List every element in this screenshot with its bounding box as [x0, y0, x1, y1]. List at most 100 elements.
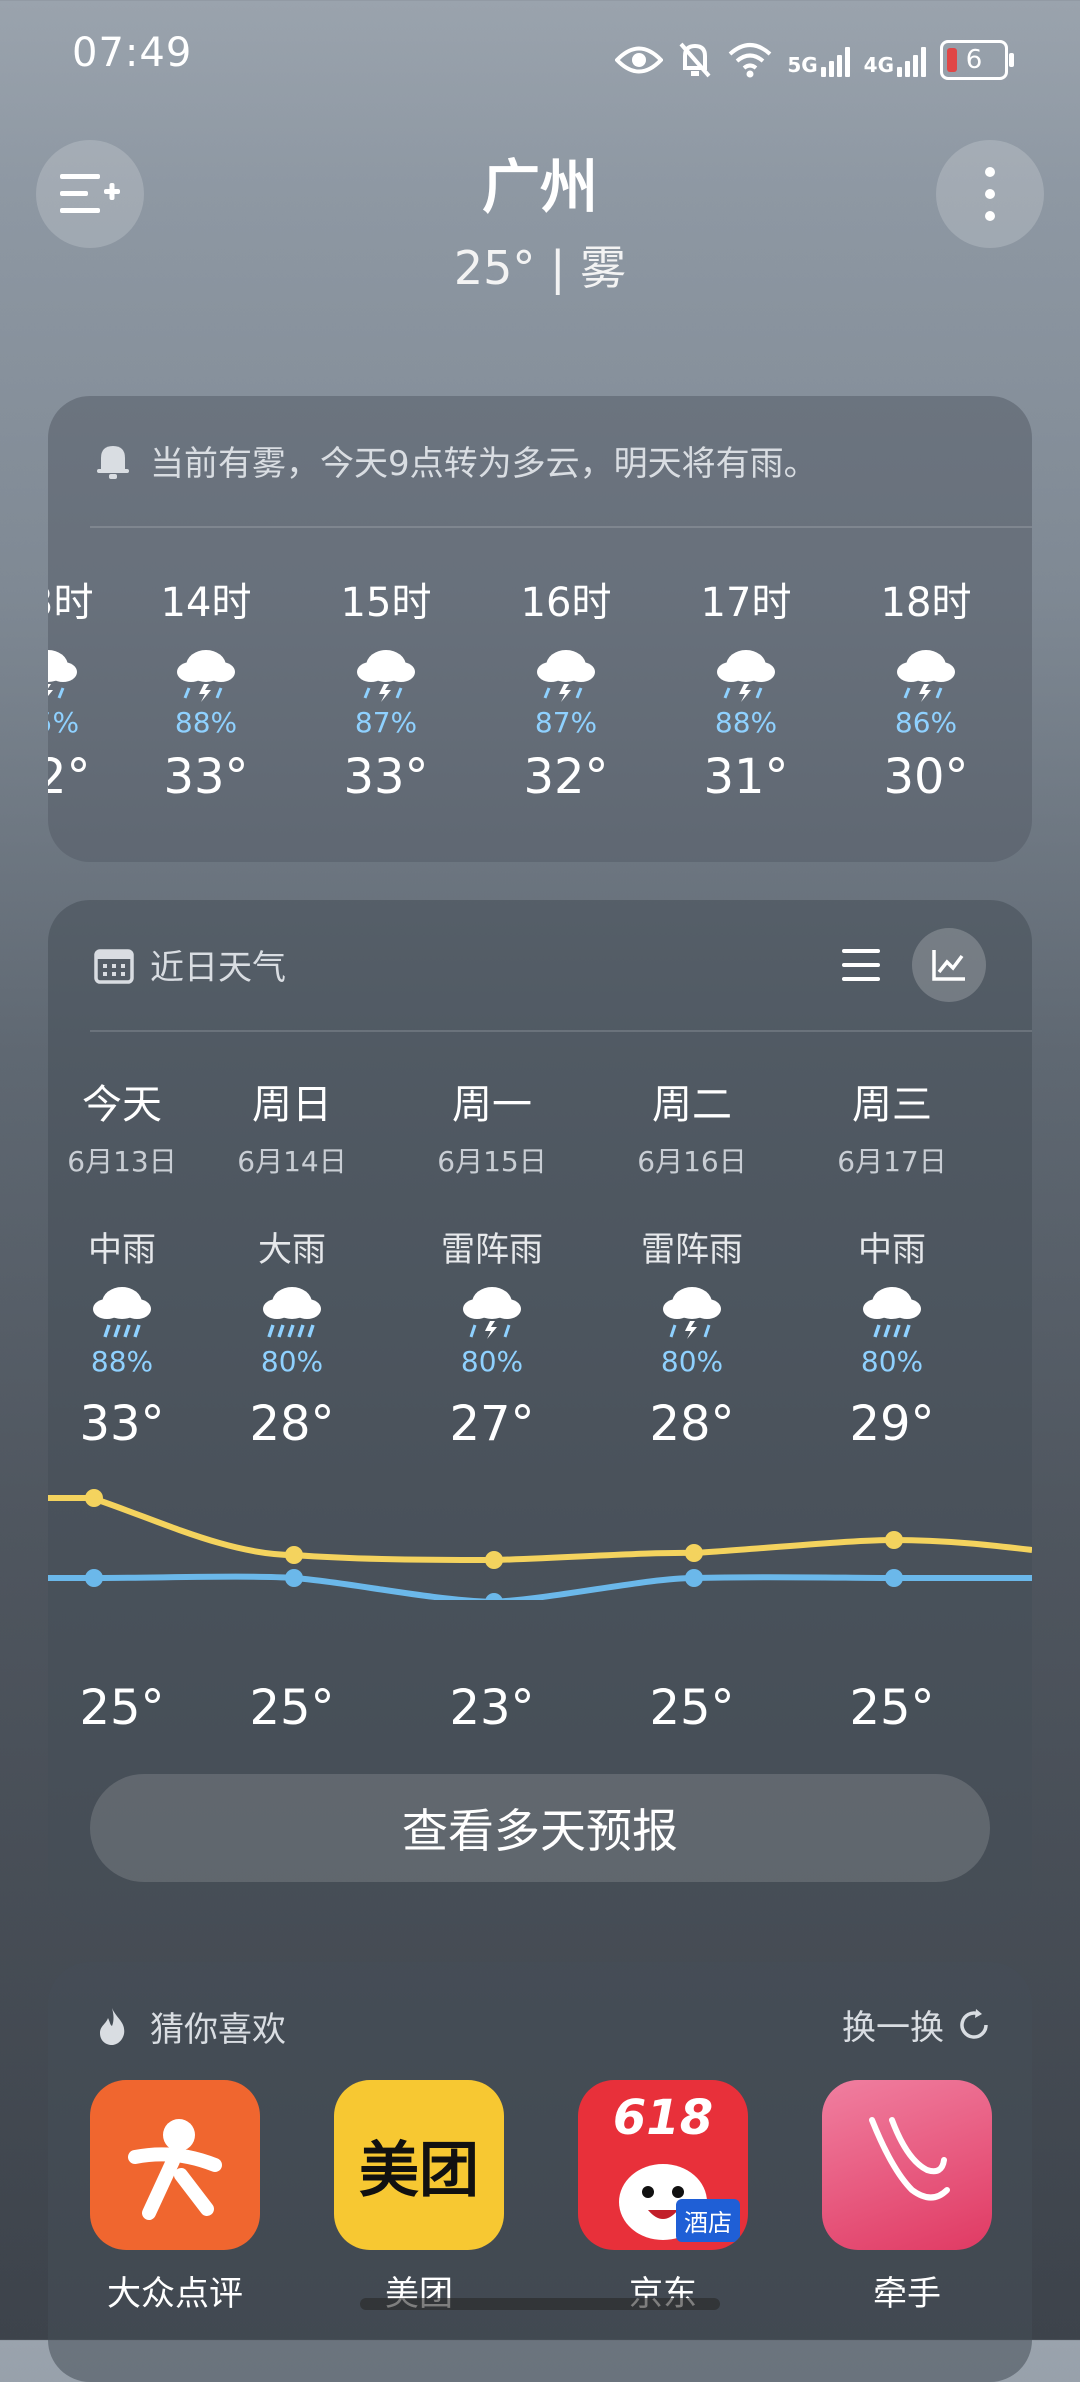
precip-probability: 80% — [660, 1345, 724, 1378]
precip-probability: 88% — [714, 706, 778, 739]
low-point — [85, 1569, 103, 1587]
thunderstorm-cloud-icon — [463, 1287, 521, 1339]
low-point — [285, 1569, 303, 1587]
high-point — [85, 1489, 103, 1507]
hour-time: 17时 — [700, 580, 792, 626]
day-date: 6月13日 — [67, 1145, 177, 1178]
eye-icon — [615, 46, 664, 74]
day-item[interactable]: 周一 6月15日 雷阵雨 80% 27° — [402, 1072, 582, 1452]
signal-5g-icon: 5G — [787, 43, 850, 77]
divider — [90, 526, 1032, 528]
precip-probability: 85% — [48, 706, 80, 739]
qianshou-icon — [822, 2080, 992, 2250]
hour-time: 13时 — [48, 580, 94, 626]
app-jd[interactable]: 618 酒店 京东 — [578, 2080, 748, 2315]
daily-section-title: 近日天气 — [150, 948, 286, 988]
precip-probability: 80% — [460, 1345, 524, 1378]
signal-5g-label: 5G — [787, 53, 818, 77]
meituan-icon-text: 美团 — [359, 2135, 479, 2206]
refresh-icon — [960, 2008, 988, 2039]
thunderstorm-cloud-icon — [537, 650, 595, 702]
mute-bell-icon — [679, 42, 711, 78]
day-name: 今天 — [82, 1082, 162, 1128]
day-high-temp: 29° — [849, 1396, 935, 1452]
precip-probability: 80% — [860, 1345, 924, 1378]
city-name: 广州 — [481, 153, 598, 221]
jd-icon: 618 酒店 — [578, 2080, 748, 2250]
day-item[interactable]: 今天 6月13日 中雨 88% 33° — [48, 1072, 212, 1452]
hour-item: 13时 85% 32° — [48, 570, 118, 805]
status-icons: 5G 4G 6 — [615, 30, 1014, 90]
divider — [90, 1030, 1032, 1032]
precip-probability: 80% — [260, 1345, 324, 1378]
precip-probability: 88% — [174, 706, 238, 739]
hour-temp: 32° — [48, 749, 91, 805]
low-point — [485, 1593, 503, 1600]
recommend-title: 猜你喜欢 — [150, 2010, 286, 2050]
weather-alert-text[interactable]: 当前有雾，今天9点转为多云，明天将有雨。 — [150, 436, 818, 485]
day-item[interactable]: 周二 6月16日 雷阵雨 80% 28° — [602, 1072, 782, 1452]
high-temp-points — [85, 1489, 903, 1569]
chart-view-button[interactable] — [912, 928, 986, 1002]
thunderstorm-cloud-icon — [897, 650, 955, 702]
home-indicator[interactable] — [360, 2298, 720, 2310]
hour-temp: 32° — [523, 749, 609, 805]
day-low-temp: 25° — [79, 1680, 165, 1736]
hour-item: 16时 87% 32° — [496, 570, 636, 805]
hour-item: 14时 88% 33° — [136, 570, 276, 805]
app-meituan[interactable]: 美团 美团 — [334, 2080, 504, 2315]
rain-cloud-icon — [93, 1287, 151, 1338]
precip-probability: 87% — [354, 706, 418, 739]
dianping-icon — [90, 2080, 260, 2250]
high-point — [285, 1546, 303, 1564]
hour-temp: 30° — [883, 749, 969, 805]
low-point — [885, 1569, 903, 1587]
heavy-rain-cloud-icon — [263, 1287, 321, 1338]
temperature-trend-chart — [48, 1489, 1032, 1600]
current-weather: 25° | 雾 — [453, 241, 627, 295]
hour-item: 15时 87% 33° — [316, 570, 456, 805]
day-date: 6月17日 — [837, 1145, 947, 1178]
view-multi-day-forecast-button[interactable]: 查看多天预报 — [90, 1774, 990, 1882]
day-high-temp: 28° — [249, 1396, 335, 1452]
day-condition: 雷阵雨 — [641, 1230, 743, 1270]
day-condition: 中雨 — [88, 1230, 156, 1270]
signal-4g-icon: 4G — [864, 43, 926, 77]
precip-probability: 88% — [90, 1345, 154, 1378]
day-date: 6月14日 — [237, 1145, 347, 1178]
thunderstorm-cloud-icon — [357, 650, 415, 702]
day-condition: 中雨 — [858, 1230, 926, 1270]
app-dianping[interactable]: 大众点评 — [90, 2080, 260, 2315]
status-time: 07:49 — [72, 30, 193, 76]
wifi-icon — [728, 43, 772, 78]
day-item[interactable]: 周三 6月17日 中雨 80% 29° — [802, 1072, 982, 1452]
calendar-icon — [94, 949, 134, 984]
hour-time: 14时 — [160, 580, 252, 626]
thunderstorm-cloud-icon — [663, 1287, 721, 1339]
line-chart-icon — [932, 950, 965, 981]
precip-probability: 87% — [534, 706, 598, 739]
day-name: 周三 — [852, 1082, 932, 1128]
precip-probability: 86% — [894, 706, 958, 739]
meituan-icon: 美团 — [334, 2080, 504, 2250]
low-temp-line — [48, 1573, 1032, 1600]
list-view-button[interactable] — [828, 930, 894, 1000]
day-low-temp: 23° — [449, 1680, 535, 1736]
hour-item: 17时 88% 31° — [676, 570, 816, 805]
app-qianshou[interactable]: 牵手 — [822, 2080, 992, 2315]
day-high-temp: 33° — [79, 1396, 165, 1452]
recommend-card: 猜你喜欢 换一换 大众点评 美团 美团 618 酒店 京东 牵手 — [48, 1962, 1032, 2382]
day-high-temp: 27° — [449, 1396, 535, 1452]
app-label: 大众点评 — [107, 2274, 243, 2314]
day-item[interactable]: 周日 6月14日 大雨 80% 28° — [202, 1072, 382, 1452]
list-icon — [842, 949, 880, 981]
daily-forecast-card: 近日天气 今天 6月13日 中雨 88% 33° 周日 6月14日 大雨 80%… — [48, 900, 1032, 1924]
high-temp-line — [48, 1495, 1032, 1564]
refresh-button[interactable]: 换一换 — [842, 2000, 992, 2049]
battery-icon: 6 — [940, 40, 1014, 80]
high-point — [685, 1544, 703, 1562]
hour-temp: 33° — [343, 749, 429, 805]
low-temp-points — [85, 1569, 903, 1600]
day-name: 周一 — [452, 1082, 532, 1128]
hour-temp: 31° — [703, 749, 789, 805]
